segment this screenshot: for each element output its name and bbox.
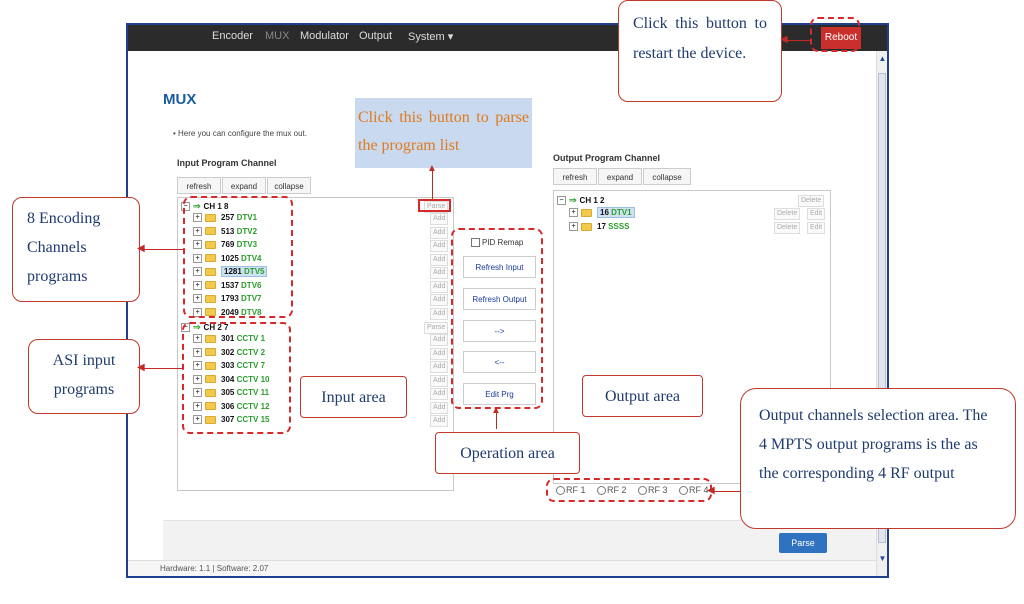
delete-channel-button[interactable]: Delete bbox=[798, 195, 825, 207]
arrow-left-icon: ◀ bbox=[707, 485, 715, 496]
collapse-icon[interactable]: − bbox=[557, 196, 566, 206]
asi-callout: ASI input programs bbox=[28, 339, 140, 414]
arrow-left-icon: ◀ bbox=[137, 243, 145, 254]
parse-button[interactable]: Parse bbox=[779, 533, 827, 553]
operation-highlight bbox=[451, 228, 543, 409]
delete-program-button[interactable]: Delete bbox=[774, 222, 801, 234]
program-name: SSSS bbox=[608, 222, 630, 231]
add-program-button[interactable]: Add bbox=[430, 374, 449, 387]
channel-parse-button[interactable]: Parse bbox=[424, 322, 449, 334]
edit-program-button[interactable]: Edit bbox=[807, 222, 826, 234]
program-number: 16 bbox=[600, 208, 609, 217]
output-area-label: Output area bbox=[582, 375, 703, 417]
output-selection-callout: Output channels selection area. The 4 MP… bbox=[740, 388, 1016, 529]
add-program-button[interactable]: Add bbox=[430, 361, 449, 373]
input-collapse-button[interactable]: collapse bbox=[267, 177, 311, 194]
nav-mux[interactable]: MUX bbox=[265, 30, 289, 42]
version-text: Hardware: 1.1 | Software: 2.07 bbox=[160, 564, 269, 573]
output-program-row[interactable]: +16 DTV1 bbox=[569, 207, 635, 218]
parse-highlight bbox=[418, 199, 451, 212]
status-bar: Hardware: 1.1 | Software: 2.07 bbox=[128, 560, 876, 576]
add-program-button[interactable]: Add bbox=[430, 388, 449, 400]
nav-encoder[interactable]: Encoder bbox=[212, 30, 253, 42]
folder-icon bbox=[581, 222, 592, 231]
add-program-button[interactable]: Add bbox=[430, 253, 449, 266]
scroll-up-icon[interactable]: ▲ bbox=[877, 53, 887, 64]
parse-callout: Click this button to parse the program l… bbox=[355, 98, 532, 168]
asi-highlight bbox=[182, 322, 291, 434]
expand-icon[interactable]: + bbox=[569, 222, 578, 232]
folder-icon bbox=[581, 208, 592, 217]
add-program-button[interactable]: Add bbox=[430, 240, 449, 252]
encoding-callout: 8 Encoding Channels programs bbox=[12, 197, 140, 302]
add-program-button[interactable]: Add bbox=[430, 307, 449, 320]
input-area-label: Input area bbox=[300, 376, 407, 418]
add-program-button[interactable]: Add bbox=[430, 401, 449, 414]
edit-program-button[interactable]: Edit bbox=[807, 208, 826, 220]
operation-area-label: Operation area bbox=[435, 432, 580, 474]
encoding-highlight bbox=[183, 196, 293, 318]
add-program-button[interactable]: Add bbox=[430, 213, 449, 225]
page-description: • Here you can configure the mux out. bbox=[173, 129, 307, 138]
input-refresh-button[interactable]: refresh bbox=[177, 177, 221, 194]
channel-arrow-icon: ⇒ bbox=[569, 195, 577, 205]
arrow-left-icon: ◀ bbox=[137, 362, 145, 373]
page-title: MUX bbox=[163, 91, 197, 108]
output-channel-row[interactable]: − ⇒ CH 1 2 bbox=[557, 195, 604, 206]
add-program-button[interactable]: Add bbox=[430, 267, 449, 279]
add-program-button[interactable]: Add bbox=[430, 294, 449, 306]
nav-system[interactable]: System ▾ bbox=[408, 30, 453, 43]
input-expand-button[interactable]: expand bbox=[222, 177, 266, 194]
add-program-button[interactable]: Add bbox=[430, 347, 449, 360]
nav-output[interactable]: Output bbox=[359, 30, 392, 42]
reboot-callout: Click this button to restart the device. bbox=[618, 0, 782, 102]
input-panel-title: Input Program Channel bbox=[177, 158, 277, 168]
add-program-button[interactable]: Add bbox=[430, 280, 449, 293]
program-number: 17 bbox=[597, 222, 606, 231]
add-program-button[interactable]: Add bbox=[430, 334, 449, 346]
nav-modulator[interactable]: Modulator bbox=[300, 30, 349, 42]
output-collapse-button[interactable]: collapse bbox=[643, 168, 691, 185]
rf-highlight bbox=[546, 478, 712, 502]
encoding-arrow bbox=[143, 249, 183, 250]
add-program-button[interactable]: Add bbox=[430, 226, 449, 239]
output-panel-title: Output Program Channel bbox=[553, 153, 661, 163]
program-name: DTV1 bbox=[611, 208, 632, 217]
output-program-row[interactable]: +17 SSSS bbox=[569, 222, 630, 232]
rf-arrow bbox=[712, 491, 740, 492]
asi-arrow bbox=[143, 368, 183, 369]
delete-program-button[interactable]: Delete bbox=[774, 208, 801, 220]
output-expand-button[interactable]: expand bbox=[598, 168, 642, 185]
reboot-arrow bbox=[786, 40, 810, 41]
reboot-highlight bbox=[810, 17, 860, 52]
output-refresh-button[interactable]: refresh bbox=[553, 168, 597, 185]
scroll-down-icon[interactable]: ▼ bbox=[877, 553, 887, 564]
expand-icon[interactable]: + bbox=[569, 208, 578, 218]
arrow-up-icon: ▲ bbox=[491, 405, 501, 416]
arrow-up-icon: ▲ bbox=[427, 163, 437, 174]
add-program-button[interactable]: Add bbox=[430, 415, 449, 427]
channel-label: CH 1 2 bbox=[579, 196, 605, 205]
